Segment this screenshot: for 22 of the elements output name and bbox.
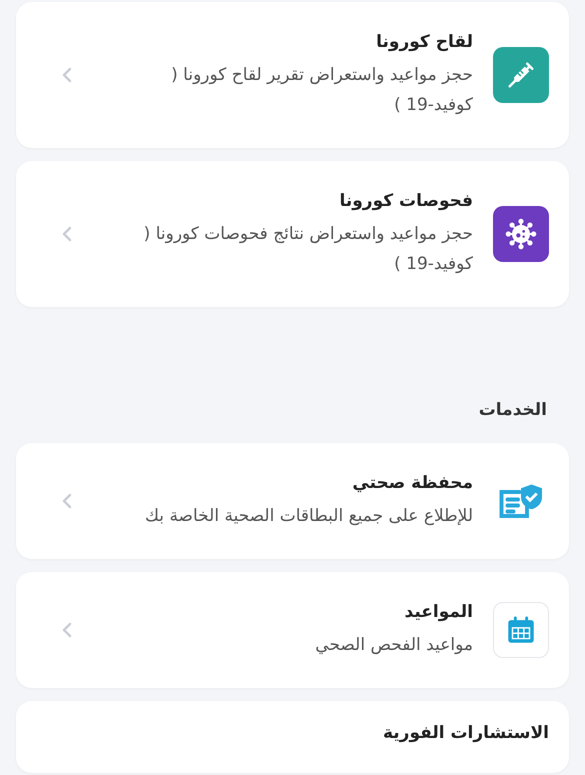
service-card[interactable]: الاستشارات الفورية	[16, 701, 569, 773]
card-title: محفظة صحتي	[351, 472, 473, 495]
chevron-icon	[62, 493, 72, 509]
service-card[interactable]: المواعيد مواعيد الفحص الصحي	[16, 572, 569, 688]
service-card[interactable]: لقاح كورونا حجز مواعيد واستعراض تقرير لقاح كورونا ( كوفيد-19 )	[16, 2, 569, 148]
service-card[interactable]: فحوصات كورونا حجز مواعيد واستعراض نتائج فحوصات كورونا ( كوفيد-19 )	[16, 161, 569, 307]
chevron-icon	[62, 226, 72, 242]
calendar-icon	[493, 602, 549, 658]
card-description: للإطلاع على جميع البطاقات الصحية الخاصة بك	[144, 505, 473, 528]
card-description: مواعيد الفحص الصحي	[314, 634, 473, 657]
card-description: حجز مواعيد واستعراض تقرير لقاح كورونا ( كوفيد-19 )	[170, 64, 473, 117]
card-description: حجز مواعيد واستعراض نتائج فحوصات كورونا ( كوفيد-19 )	[142, 223, 473, 276]
chevron-icon	[62, 67, 72, 83]
section-heading: الخدمات	[478, 400, 547, 420]
syringe-icon	[493, 47, 549, 103]
card-title: فحوصات كورونا	[338, 190, 473, 213]
card-title: لقاح كورونا	[375, 31, 473, 54]
virus-icon	[493, 206, 549, 262]
card-title: الاستشارات الفورية	[382, 722, 549, 745]
chevron-icon	[62, 622, 72, 638]
card-title: المواعيد	[404, 601, 473, 624]
service-card[interactable]: محفظة صحتي للإطلاع على جميع البطاقات الصحية الخاصة بك	[16, 443, 569, 559]
